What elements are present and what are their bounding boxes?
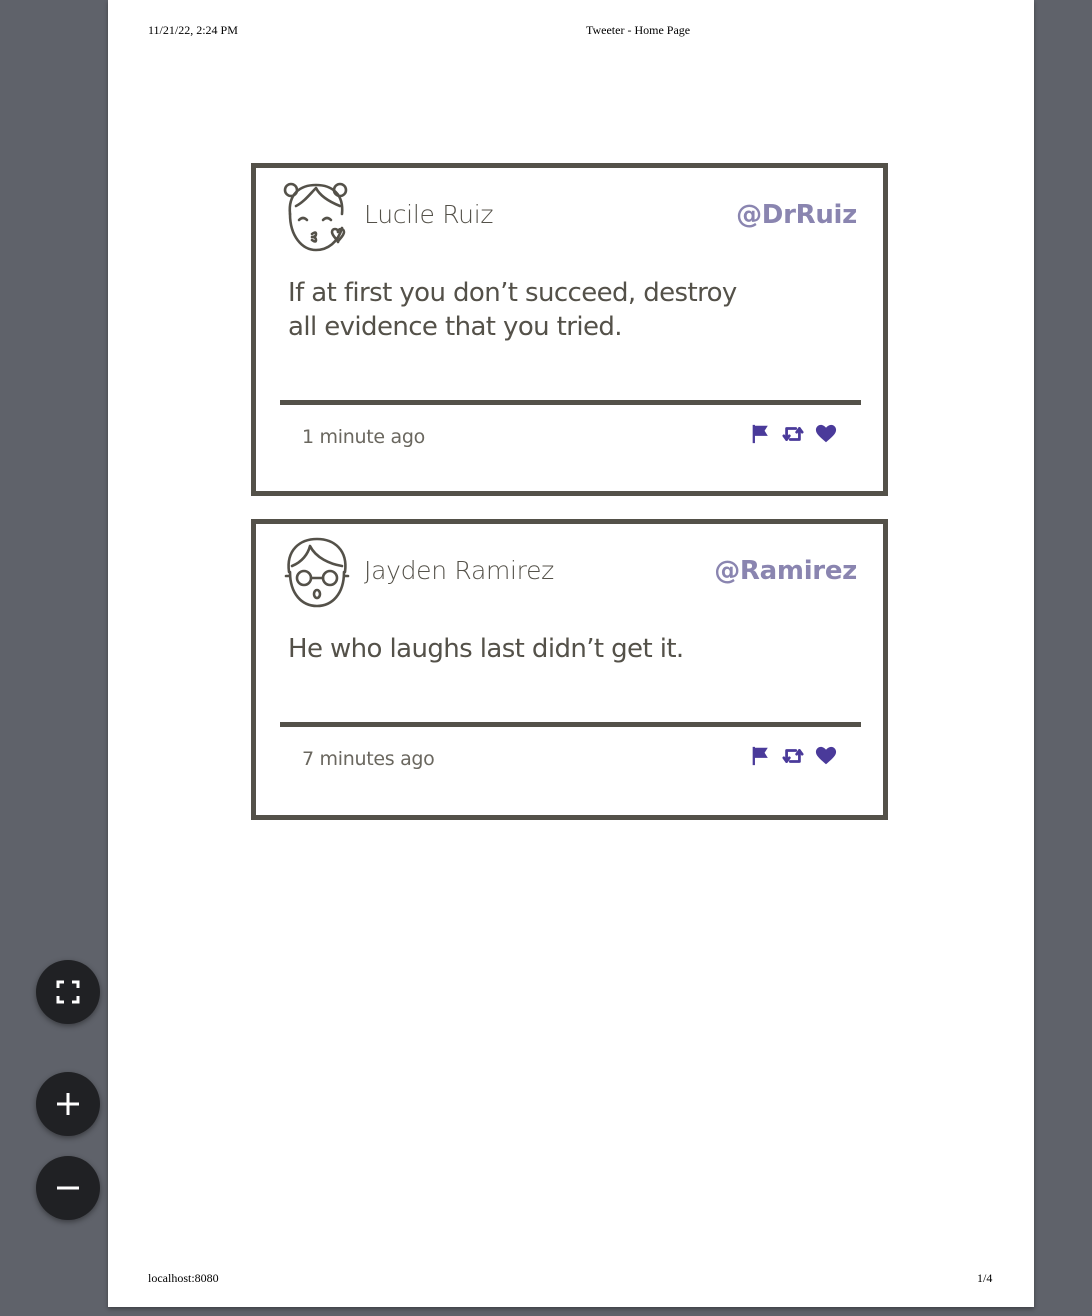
tweet-card: Lucile Ruiz @DrRuiz If at first you don’… xyxy=(251,163,888,496)
fit-to-page-button[interactable] xyxy=(36,960,100,1024)
fit-to-page-icon xyxy=(56,980,80,1004)
tweet-card: Jayden Ramirez @Ramirez He who laughs la… xyxy=(251,519,888,820)
heart-icon[interactable] xyxy=(815,745,837,767)
tweet-actions xyxy=(749,745,837,767)
print-url: localhost:8080 xyxy=(148,1271,219,1285)
zoom-in-icon xyxy=(57,1093,79,1115)
tweet-header: Jayden Ramirez @Ramirez xyxy=(282,536,857,610)
flag-icon[interactable] xyxy=(749,745,771,767)
user-handle[interactable]: @Ramirez xyxy=(714,556,857,586)
girl-kiss-avatar-icon xyxy=(282,180,352,254)
tweet-header: Lucile Ruiz @DrRuiz xyxy=(282,180,857,254)
print-title: Tweeter - Home Page xyxy=(586,23,691,37)
tweet-text: He who laughs last didn’t get it. xyxy=(288,634,684,664)
tweet-divider xyxy=(280,722,861,727)
heart-icon[interactable] xyxy=(815,423,837,445)
flag-icon[interactable] xyxy=(749,423,771,445)
tweet-footer: 1 minute ago xyxy=(302,423,837,453)
tweet-timestamp: 7 minutes ago xyxy=(302,748,435,770)
retweet-icon[interactable] xyxy=(782,423,804,445)
zoom-in-button[interactable] xyxy=(36,1072,100,1136)
print-page-number: 1/4 xyxy=(977,1271,993,1285)
tweet-footer: 7 minutes ago xyxy=(302,745,837,775)
zoom-out-button[interactable] xyxy=(36,1156,100,1220)
user-name: Jayden Ramirez xyxy=(364,556,555,585)
tweet-divider xyxy=(280,400,861,405)
print-date: 11/21/22, 2:24 PM xyxy=(148,23,238,37)
tweet-timestamp: 1 minute ago xyxy=(302,426,425,448)
tweet-text: If at first you don’t succeed, destroy a… xyxy=(288,278,737,342)
user-name: Lucile Ruiz xyxy=(364,200,494,229)
boy-glasses-avatar-icon xyxy=(282,536,352,610)
retweet-icon[interactable] xyxy=(782,745,804,767)
zoom-out-icon xyxy=(57,1186,79,1190)
tweet-actions xyxy=(749,423,837,445)
user-handle[interactable]: @DrRuiz xyxy=(736,200,857,230)
pdf-page: 11/21/22, 2:24 PM Tweeter - Home Page Lu… xyxy=(108,0,1034,1307)
